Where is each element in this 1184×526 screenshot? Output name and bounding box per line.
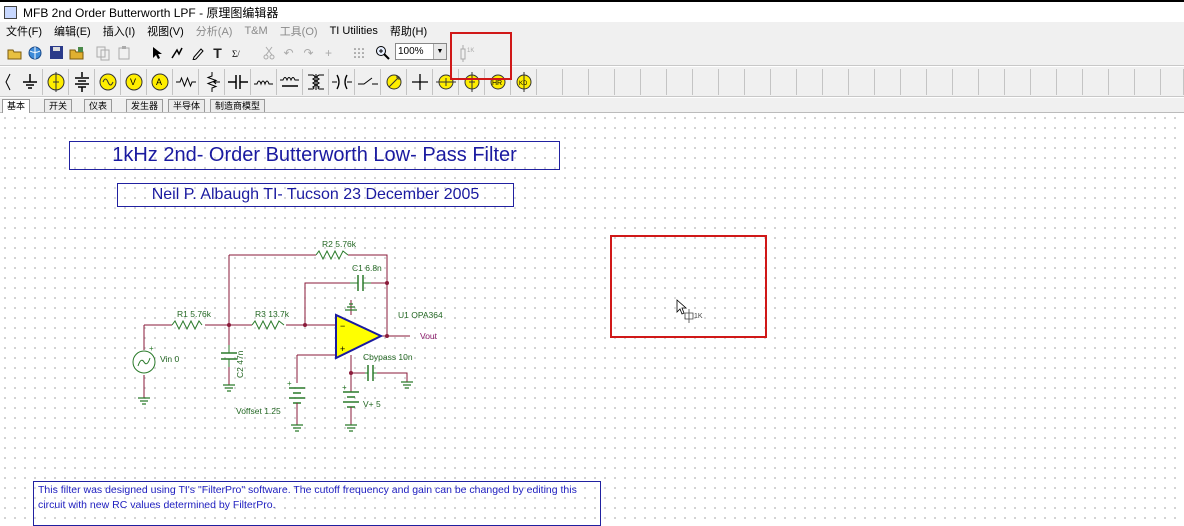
u1-label: U1 OPA364: [398, 310, 443, 320]
svg-text:+: +: [342, 383, 347, 392]
highlight-canvas-box: [610, 235, 767, 338]
cbypass-capacitor[interactable]: Cbypass 10n: [363, 352, 413, 381]
voffset-label: Voffset 1.25: [236, 406, 281, 416]
r2-label: R2 5.76k: [322, 239, 357, 249]
vplus-label: V+ 5: [363, 399, 381, 409]
voffset-battery[interactable]: + Voffset 1.25: [236, 379, 305, 425]
r1-resistor[interactable]: R1 5.76k: [171, 309, 212, 331]
vin-source[interactable]: + Vin 0: [132, 344, 179, 374]
c1-label: C1 6.8n: [352, 263, 382, 273]
vout-label: Vout: [420, 331, 438, 341]
c2-label: C2 47n: [235, 350, 245, 378]
cbypass-label: Cbypass 10n: [363, 352, 413, 362]
svg-text:−: −: [340, 321, 345, 331]
r3-label: R3 13.7k: [255, 309, 290, 319]
svg-text:+: +: [149, 344, 154, 353]
svg-text:+: +: [287, 379, 292, 388]
r1-label: R1 5.76k: [177, 309, 212, 319]
c1-capacitor[interactable]: C1 6.8n: [350, 263, 382, 291]
r3-resistor[interactable]: R3 13.7k: [251, 309, 290, 331]
design-note[interactable]: This filter was designed using TI's "Fil…: [33, 481, 601, 526]
c2-capacitor[interactable]: C2 47n: [221, 345, 245, 378]
highlight-toolbar-box: [450, 32, 512, 80]
vin-label: Vin 0: [160, 354, 179, 364]
vplus-battery[interactable]: + V+ 5: [342, 383, 381, 425]
r2-resistor[interactable]: R2 5.76k: [315, 239, 357, 261]
svg-text:+: +: [340, 344, 345, 354]
u1-opamp[interactable]: − + U1 OPA364 Vout: [335, 310, 443, 360]
wires: [143, 254, 410, 398]
circuit-schematic[interactable]: R1 5.76k R3 13.7k R2 5.76k C1 6.8n C2 47…: [0, 0, 1184, 523]
